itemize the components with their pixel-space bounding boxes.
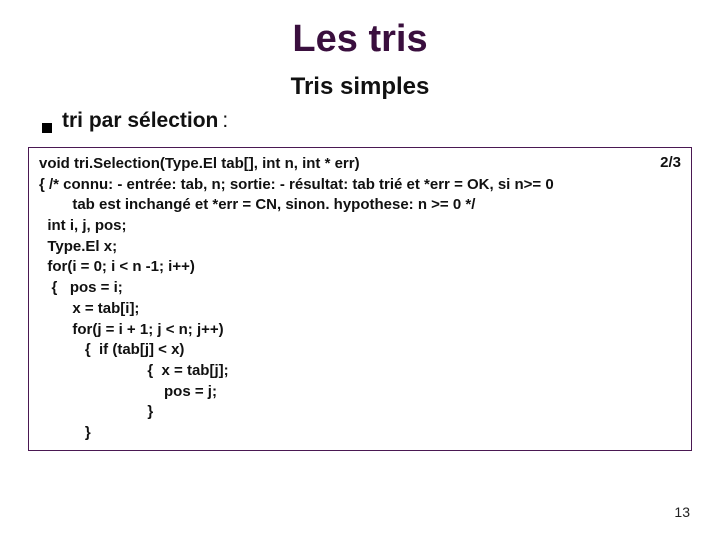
code-line: int i, j, pos; <box>39 216 681 237</box>
square-bullet-icon <box>42 123 52 133</box>
code-line: { x = tab[j]; <box>39 361 681 382</box>
code-line: tab est inchangé et *err = CN, sinon. hy… <box>39 195 681 216</box>
slide-title: Les tris <box>28 18 692 61</box>
code-line: } <box>39 402 681 423</box>
bullet-colon: : <box>222 109 228 133</box>
code-line: pos = j; <box>39 382 681 403</box>
bullet-text: tri par sélection <box>62 109 218 133</box>
bullet-item: tri par sélection : <box>42 109 692 133</box>
code-line: { pos = i; <box>39 278 681 299</box>
code-box: 2/3 void tri.Selection(Type.El tab[], in… <box>28 147 692 451</box>
code-line: for(j = i + 1; j < n; j++) <box>39 320 681 341</box>
code-line: for(i = 0; i < n -1; i++) <box>39 257 681 278</box>
code-line: Type.El x; <box>39 237 681 258</box>
code-line: } <box>39 423 681 444</box>
code-line: void tri.Selection(Type.El tab[], int n,… <box>39 154 681 175</box>
slide-number: 13 <box>674 504 690 520</box>
pager-label: 2/3 <box>660 154 681 171</box>
code-line: x = tab[i]; <box>39 299 681 320</box>
slide-subtitle: Tris simples <box>28 73 692 101</box>
code-line: { if (tab[j] < x) <box>39 340 681 361</box>
code-line: { /* connu: - entrée: tab, n; sortie: - … <box>39 175 681 196</box>
